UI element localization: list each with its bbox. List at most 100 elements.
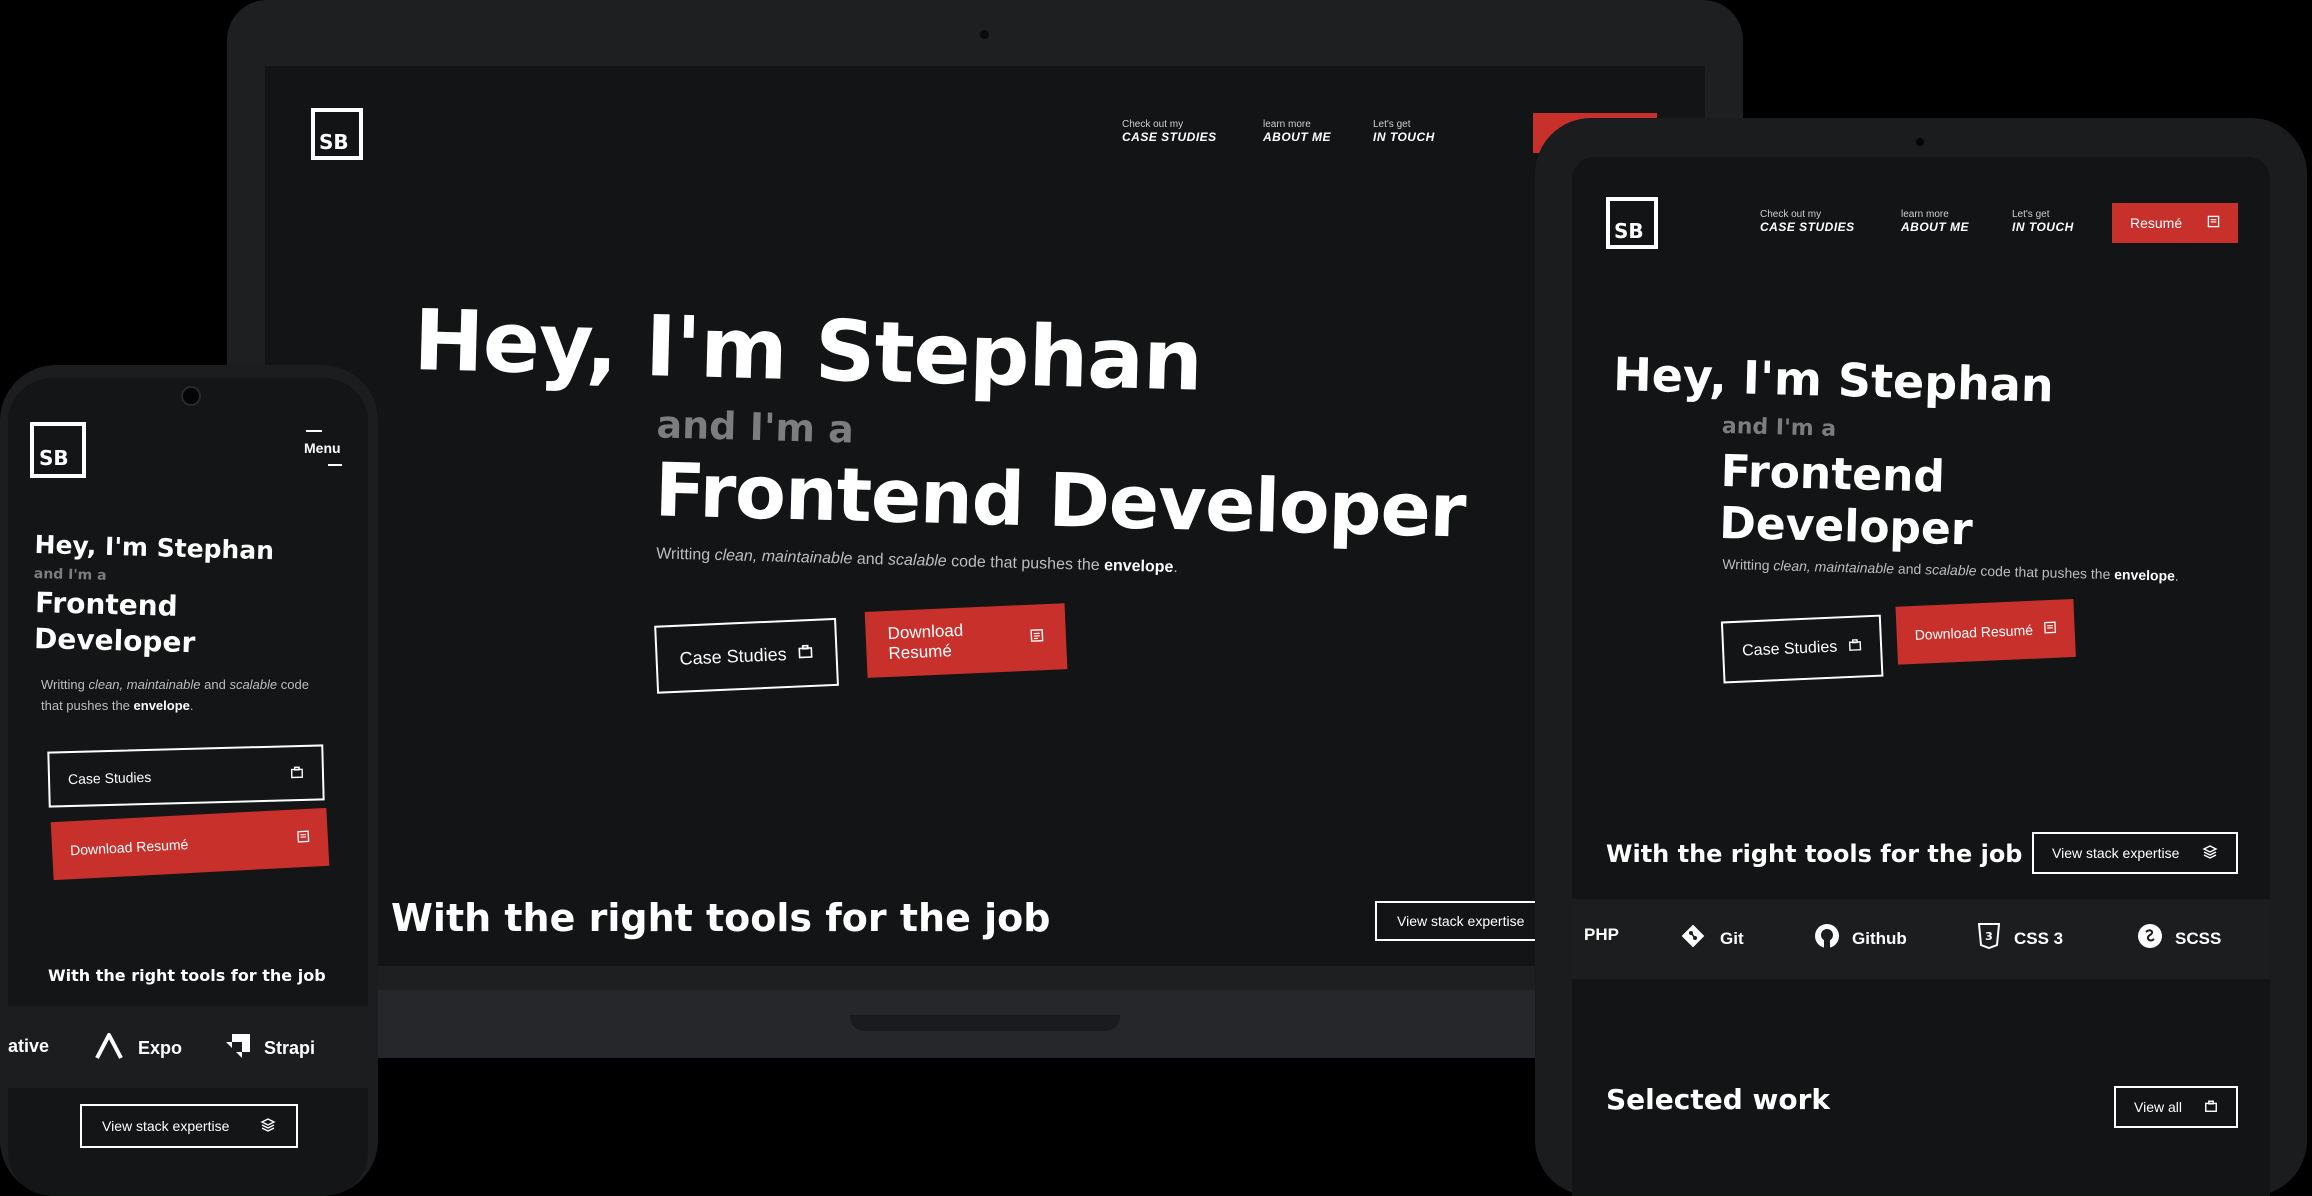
hero-intro: and I'm a [1721,413,1837,442]
logo-text: SB [319,130,349,154]
nav-contact-label: IN TOUCH [2012,220,2074,234]
nav-about-small: learn more [1263,119,1311,130]
hero-role: Frontend Developer [653,447,1467,555]
download-resume-label: Download Resumé [69,836,189,859]
tool-react-native-label: ative [8,1036,50,1056]
hero-role-line1: Frontend [1720,445,1946,503]
tag-code-line1: code [280,677,309,692]
svg-text:3: 3 [1985,930,1993,943]
hero-tagline: Writting clean, maintainable and scalabl… [656,545,1178,577]
tag-and: and [856,550,884,569]
laptop-screen: SB Check out my CASE STUDIES learn more … [265,66,1705,966]
tag-scalable: scalable [1924,561,1977,579]
logo-text: SB [39,446,69,470]
tag-scalable: scalable [887,551,947,571]
tag-code-line2: that pushes the [41,698,130,713]
menu-line-bottom [328,464,342,466]
tag-scalable: scalable [229,677,278,692]
case-studies-button[interactable]: Case Studies [654,617,839,694]
tag-prefix: Writting [655,545,711,564]
git-icon [1680,923,1706,954]
nav-contact-label: IN TOUCH [1373,130,1435,144]
nav-case-studies[interactable]: Check out my CASE STUDIES [1760,209,1855,234]
resume-label: Resumé [2130,215,2183,231]
document-icon [2043,621,2057,638]
logo-text: SB [1614,219,1644,243]
hero-tagline: Writting clean, maintainable and scalabl… [41,674,309,716]
tag-and: and [1897,560,1922,578]
scss-icon [2137,923,2163,954]
tablet-screen: SB Check out my CASE STUDIES learn more … [1572,157,2270,1196]
tag-end: . [189,698,194,713]
selected-work-heading: Selected work [1606,1083,1831,1116]
layers-icon [2202,844,2218,863]
tool-expo-label: Expo [138,1038,183,1058]
tag-prefix: Writting [1722,555,1770,574]
document-icon [1030,627,1045,648]
case-studies-label: Case Studies [67,768,152,788]
nav-case-studies-small: Check out my [1122,119,1184,130]
view-all-button[interactable]: View all [2114,1086,2238,1128]
tool-php: PHP [1584,925,1619,945]
view-all-label: View all [2134,1099,2182,1115]
tool-php-label: PHP [1584,925,1619,944]
view-stack-button[interactable]: View stack expertise [2032,832,2238,874]
tool-git: Git [1680,923,1744,954]
tool-react-native: ative [8,1036,49,1057]
hero-greeting: Hey, I'm Stephan [1612,347,2055,413]
tag-envelope: envelope [1103,557,1174,576]
expo-icon [94,1032,124,1065]
tools-strip: PHP Git Github 3 CSS 3 SCSS [1572,899,2270,979]
view-stack-label: View stack expertise [102,1118,230,1134]
resume-button[interactable]: Resumé [2112,203,2238,243]
hero-intro: and I'm a [656,402,855,452]
menu-button[interactable]: Menu [304,430,348,472]
tool-github-label: Github [1852,928,1907,948]
nav-contact[interactable]: Let's get IN TOUCH [2012,209,2074,234]
hero-block: Hey, I'm Stephan and I'm a Frontend Deve… [402,291,1515,820]
nav-contact[interactable]: Let's get IN TOUCH [1373,119,1435,144]
case-studies-label: Case Studies [1741,638,1838,660]
hero-role-line1: Frontend [34,586,179,623]
tool-github: Github [1814,923,1907,954]
nav-case-studies-label: CASE STUDIES [1760,220,1855,234]
case-studies-button[interactable]: Case Studies [47,744,325,808]
hero-role-line2: Developer [33,622,196,660]
nav-about[interactable]: learn more ABOUT ME [1263,119,1331,144]
tablet-camera [1916,138,1924,146]
tool-scss: SCSS [2137,923,2221,954]
tool-expo: Expo [94,1032,182,1065]
tag-prefix: Writting [41,677,85,692]
logo[interactable]: SB [30,422,86,478]
menu-line-top [306,430,322,432]
logo[interactable]: SB [1606,197,1658,249]
tag-end: . [1173,558,1179,577]
hero-intro: and I'm a [33,565,107,584]
briefcase-icon [290,764,304,781]
download-resume-button[interactable]: Download Resumé [1895,598,2076,665]
hero-role-line2: Developer [1718,497,1974,556]
nav-about-label: ABOUT ME [1901,220,1969,234]
layers-icon [260,1117,276,1136]
tag-end: . [2174,567,2180,584]
tool-strapi-label: Strapi [264,1038,316,1058]
case-studies-button[interactable]: Case Studies [1720,614,1884,684]
logo[interactable]: SB [311,108,363,160]
nav-case-studies[interactable]: Check out my CASE STUDIES [1122,119,1217,144]
strapi-icon [224,1032,252,1065]
nav-case-studies-small: Check out my [1760,209,1822,220]
nav-about[interactable]: learn more ABOUT ME [1901,209,1969,234]
phone-camera [181,386,201,406]
tag-code: code that pushes the [950,553,1100,575]
document-icon [2207,215,2220,231]
nav-contact-small: Let's get [2012,209,2050,220]
tool-css3-label: CSS 3 [2014,928,2064,948]
briefcase-icon [797,642,814,664]
github-icon [1814,923,1840,954]
tag-envelope: envelope [133,698,190,713]
tool-css3: 3 CSS 3 [1977,923,2064,954]
hero-greeting: Hey, I'm Stephan [412,291,1204,410]
view-stack-button[interactable]: View stack expertise [80,1104,298,1148]
download-resume-button[interactable]: Download Resumé [864,603,1068,678]
nav-case-studies-label: CASE STUDIES [1122,130,1217,144]
